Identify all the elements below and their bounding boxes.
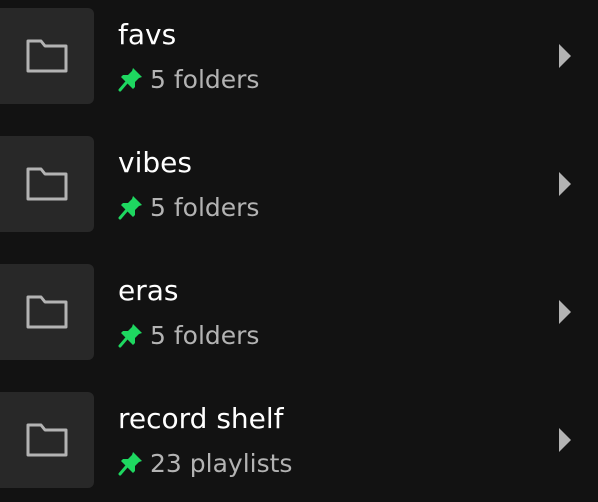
folder-row-favs[interactable]: favs 5 folders: [0, 8, 598, 104]
folder-row-eras[interactable]: eras 5 folders: [0, 264, 598, 360]
folder-icon: [26, 295, 68, 329]
folder-count: 5 folders: [150, 320, 260, 350]
folder-title: favs: [118, 18, 177, 51]
folder-icon: [26, 423, 68, 457]
pin-icon: [118, 450, 144, 476]
folder-icon: [26, 167, 68, 201]
chevron-right-icon[interactable]: [558, 43, 572, 69]
chevron-right-icon[interactable]: [558, 299, 572, 325]
folder-subtitle: 5 folders: [118, 192, 259, 222]
library-folder-list: favs 5 folders vibes 5 folders eras 5 fo…: [0, 0, 598, 502]
folder-count: 23 playlists: [150, 448, 293, 478]
pin-icon: [118, 194, 144, 220]
folder-count: 5 folders: [150, 64, 260, 94]
pin-icon: [118, 322, 144, 348]
chevron-right-icon[interactable]: [558, 171, 572, 197]
folder-thumbnail: [0, 8, 94, 104]
folder-subtitle: 23 playlists: [118, 448, 292, 478]
folder-title: vibes: [118, 146, 192, 179]
pin-icon: [118, 66, 144, 92]
folder-row-vibes[interactable]: vibes 5 folders: [0, 136, 598, 232]
folder-thumbnail: [0, 392, 94, 488]
folder-thumbnail: [0, 264, 94, 360]
folder-count: 5 folders: [150, 192, 260, 222]
folder-subtitle: 5 folders: [118, 64, 259, 94]
folder-title: eras: [118, 274, 179, 307]
folder-thumbnail: [0, 136, 94, 232]
folder-title: record shelf: [118, 402, 284, 435]
folder-icon: [26, 39, 68, 73]
folder-subtitle: 5 folders: [118, 320, 259, 350]
folder-row-record-shelf[interactable]: record shelf 23 playlists: [0, 392, 598, 488]
chevron-right-icon[interactable]: [558, 427, 572, 453]
